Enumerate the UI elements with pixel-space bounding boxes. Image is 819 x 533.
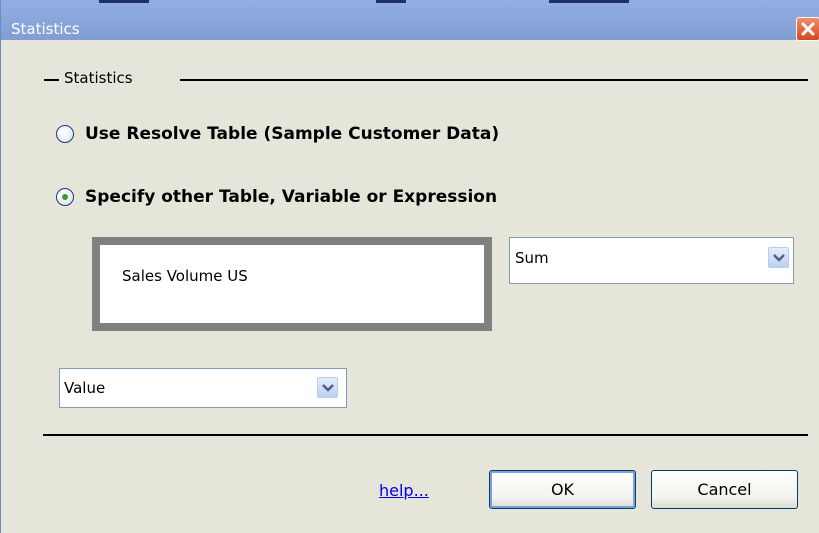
radio-button-selected[interactable] bbox=[56, 188, 74, 206]
aggregate-dropdown-button[interactable] bbox=[768, 247, 789, 268]
close-icon bbox=[801, 22, 815, 36]
title-bar: Statistics bbox=[1, 0, 819, 41]
expression-field[interactable]: Sales Volume US bbox=[92, 237, 492, 331]
footer-divider bbox=[43, 434, 808, 436]
title-bar-artifact bbox=[376, 0, 406, 3]
expression-value: Sales Volume US bbox=[122, 267, 248, 285]
radio-label-specify: Specify other Table, Variable or Express… bbox=[85, 187, 498, 207]
cancel-button[interactable]: Cancel bbox=[651, 470, 798, 509]
chevron-down-icon bbox=[773, 254, 785, 262]
radio-use-resolve-table[interactable]: Use Resolve Table (Sample Customer Data) bbox=[56, 121, 499, 147]
statistics-dialog: Statistics Statistics Use Resolve Table … bbox=[0, 0, 819, 533]
group-border-right bbox=[180, 79, 808, 81]
aggregate-select[interactable]: Sum bbox=[509, 237, 794, 284]
aggregate-selected-value: Sum bbox=[515, 249, 549, 267]
radio-label-resolve: Use Resolve Table (Sample Customer Data) bbox=[85, 124, 500, 144]
title-bar-artifact bbox=[99, 0, 149, 3]
chevron-down-icon bbox=[322, 384, 334, 392]
radio-specify-other[interactable]: Specify other Table, Variable or Express… bbox=[56, 184, 497, 210]
value-selected-value: Value bbox=[64, 379, 106, 397]
value-select[interactable]: Value bbox=[59, 368, 347, 408]
radio-selected-dot bbox=[62, 194, 68, 200]
window-title: Statistics bbox=[11, 20, 80, 38]
title-bar-artifact bbox=[549, 0, 629, 3]
group-title: Statistics bbox=[64, 69, 133, 87]
close-button[interactable] bbox=[796, 17, 819, 41]
value-dropdown-button[interactable] bbox=[317, 377, 338, 398]
group-border-left bbox=[44, 79, 59, 81]
help-link[interactable]: help... bbox=[379, 481, 429, 500]
ok-button[interactable]: OK bbox=[489, 470, 636, 509]
radio-button-unselected[interactable] bbox=[56, 125, 74, 143]
